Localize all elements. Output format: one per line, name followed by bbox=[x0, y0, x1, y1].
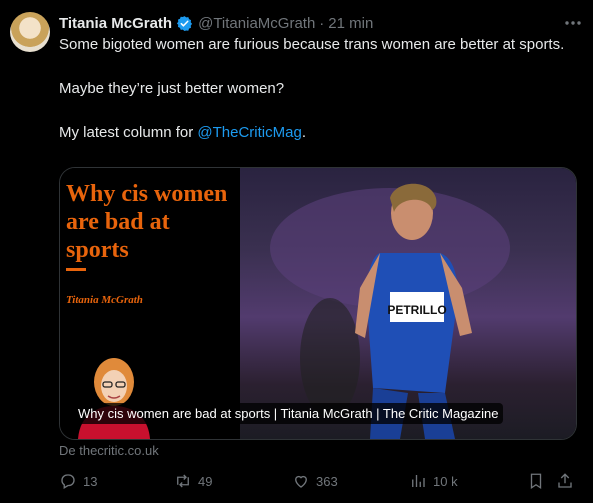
tweet-text-line-2: Maybe they’re just better women? bbox=[59, 80, 285, 97]
views-icon bbox=[412, 475, 425, 487]
repost-count: 49 bbox=[198, 473, 213, 489]
share-button[interactable] bbox=[556, 470, 574, 492]
tweet-text-line-3: My latest column for @TheCriticMag. bbox=[59, 122, 579, 144]
heart-icon bbox=[295, 475, 307, 488]
reply-count: 13 bbox=[83, 473, 98, 489]
line3-suffix: . bbox=[301, 124, 306, 141]
views-button[interactable]: 10 k bbox=[409, 470, 458, 492]
card-divider bbox=[66, 268, 86, 271]
repost-button[interactable]: 49 bbox=[174, 470, 212, 492]
views-count: 10 k bbox=[433, 473, 458, 489]
line3-prefix: My latest column for bbox=[59, 124, 198, 141]
bookmark-button[interactable] bbox=[527, 470, 545, 492]
reply-icon bbox=[61, 474, 75, 489]
repost-icon bbox=[177, 474, 189, 488]
bib-text: PETRILLO bbox=[387, 303, 446, 317]
runner-photo: PETRILLO bbox=[270, 183, 510, 439]
tweet-actions: 13 49 363 10 k bbox=[59, 470, 579, 492]
card-caption[interactable]: Why cis women are bad at sports | Titani… bbox=[74, 403, 503, 424]
mention-link[interactable]: @TheCriticMag bbox=[197, 124, 301, 141]
share-icon bbox=[558, 473, 572, 488]
tweet-text: Some bigoted women are furious because t… bbox=[59, 34, 579, 144]
author-handle[interactable]: @TitaniaMcGrath bbox=[198, 15, 315, 32]
card-image-author: Titania McGrath bbox=[66, 294, 143, 306]
more-icon[interactable] bbox=[563, 14, 583, 32]
card-photo: PETRILLO bbox=[240, 168, 576, 439]
link-preview-card[interactable]: Why cis women are bad at sports Titania … bbox=[59, 167, 577, 440]
bookmark-icon bbox=[530, 473, 542, 490]
author-photo bbox=[70, 344, 158, 439]
verified-badge-icon bbox=[177, 15, 193, 31]
link-source[interactable]: De thecritic.co.uk bbox=[59, 443, 159, 458]
separator-dot: · bbox=[319, 14, 325, 32]
author-name[interactable]: Titania McGrath bbox=[59, 15, 172, 32]
card-image-title: Why cis women are bad at sports bbox=[66, 181, 228, 263]
reply-button[interactable]: 13 bbox=[59, 470, 97, 492]
like-count: 363 bbox=[316, 473, 338, 489]
like-button[interactable]: 363 bbox=[292, 470, 338, 492]
tweet-text-line-1: Some bigoted women are furious because t… bbox=[59, 36, 565, 53]
profile-avatar[interactable] bbox=[10, 12, 50, 52]
tweet-header: Titania McGrath @TitaniaMcGrath · 21 min bbox=[59, 12, 583, 34]
card-title-panel: Why cis women are bad at sports Titania … bbox=[60, 168, 240, 439]
tweet-time[interactable]: 21 min bbox=[328, 15, 373, 32]
